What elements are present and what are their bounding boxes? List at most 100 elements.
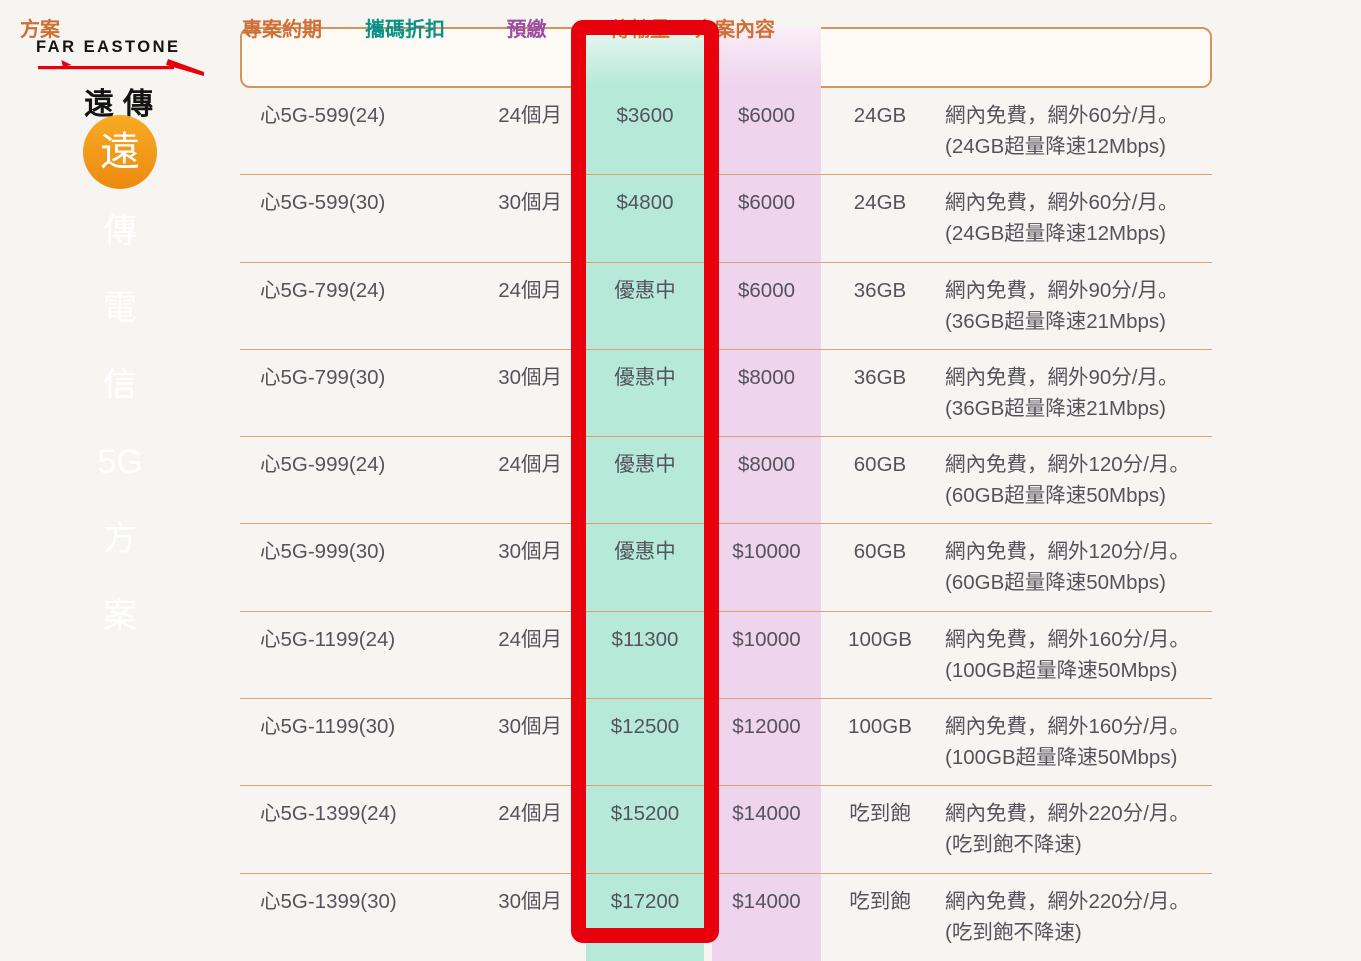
table-row: 心5G-1199(30) 30個月 $12500 $12000 100GB 網內… (240, 699, 1212, 786)
prepay-amount: $14000 (712, 886, 821, 917)
plan-content: 網內免費，網外160分/月。 (100GB超量降速50Mbps) (945, 624, 1211, 686)
mnp-discount: $12500 (586, 711, 704, 742)
prepay-amount: $6000 (712, 100, 821, 131)
prepay-amount: $6000 (712, 187, 821, 218)
plan-content-line1: 網內免費，網外60分/月。 (945, 187, 1211, 218)
mnp-discount: $15200 (586, 798, 704, 829)
plan-content: 網內免費，網外220分/月。 (吃到飽不降速) (945, 798, 1211, 860)
plan-content-line1: 網內免費，網外90分/月。 (945, 275, 1211, 306)
table-row: 心5G-1199(24) 24個月 $11300 $10000 100GB 網內… (240, 612, 1212, 699)
header-term: 專案約期 (140, 0, 322, 61)
page: FAR EASTONE 遠傳 遠 傳 電 信 5G 方 案 方案 專案約期 攜碼… (0, 0, 1361, 961)
plan-content: 網內免費，網外60分/月。 (24GB超量降速12Mbps) (945, 187, 1211, 249)
mnp-discount: 優惠中 (586, 536, 704, 567)
contract-term: 30個月 (380, 536, 562, 567)
plan-content-line1: 網內免費，網外160分/月。 (945, 711, 1211, 742)
plan-content-line2: (36GB超量降速21Mbps) (945, 306, 1211, 337)
table-row: 心5G-799(24) 24個月 優惠中 $6000 36GB 網內免費，網外9… (240, 263, 1212, 350)
nav-item[interactable]: 案 (103, 598, 137, 634)
table-row: 心5G-999(30) 30個月 優惠中 $10000 60GB 網內免費，網外… (240, 524, 1212, 611)
plan-name: 心5G-1399(30) (260, 886, 397, 917)
plan-content-line1: 網內免費，網外120分/月。 (945, 449, 1211, 480)
plan-content: 網內免費，網外120分/月。 (60GB超量降速50Mbps) (945, 449, 1211, 511)
data-allowance: 60GB (820, 536, 940, 567)
data-allowance: 24GB (820, 100, 940, 131)
header-plan-content: 方案內容 (695, 0, 775, 61)
prepay-amount: $8000 (712, 362, 821, 393)
plan-content: 網內免費，網外90分/月。 (36GB超量降速21Mbps) (945, 362, 1211, 424)
prepay-amount: $12000 (712, 711, 821, 742)
contract-term: 24個月 (380, 798, 562, 829)
plan-content-line2: (36GB超量降速21Mbps) (945, 393, 1211, 424)
mnp-discount: $4800 (586, 187, 704, 218)
plan-content-line1: 網內免費，網外90分/月。 (945, 362, 1211, 393)
plan-content-line2: (100GB超量降速50Mbps) (945, 742, 1211, 773)
contract-term: 24個月 (380, 449, 562, 480)
plan-name: 心5G-1199(24) (260, 624, 395, 655)
mnp-discount: 優惠中 (586, 449, 704, 480)
contract-term: 30個月 (380, 187, 562, 218)
contract-term: 24個月 (380, 624, 562, 655)
nav-item-active[interactable]: 遠 (83, 115, 157, 189)
prepay-amount: $10000 (712, 536, 821, 567)
nav-item[interactable]: 電 (103, 290, 137, 326)
header-data: 傳輸量 (580, 0, 700, 61)
contract-term: 30個月 (380, 886, 562, 917)
header-mnp-discount: 攜碼折扣 (346, 0, 464, 61)
plan-name: 心5G-799(24) (260, 275, 385, 306)
data-allowance: 36GB (820, 275, 940, 306)
plan-name: 心5G-599(24) (260, 100, 385, 131)
plan-content-line1: 網內免費，網外160分/月。 (945, 624, 1211, 655)
plan-name: 心5G-799(30) (260, 362, 385, 393)
mnp-discount: $3600 (586, 100, 704, 131)
sidebar: FAR EASTONE 遠傳 遠 傳 電 信 5G 方 案 (0, 0, 240, 961)
plan-content-line2: (60GB超量降速50Mbps) (945, 480, 1211, 511)
contract-term: 24個月 (380, 100, 562, 131)
plan-content-line1: 網內免費，網外220分/月。 (945, 798, 1211, 829)
data-allowance: 24GB (820, 187, 940, 218)
nav-item[interactable]: 信 (103, 367, 137, 403)
plan-content: 網內免費，網外160分/月。 (100GB超量降速50Mbps) (945, 711, 1211, 773)
plan-content-line2: (24GB超量降速12Mbps) (945, 131, 1211, 162)
data-allowance: 吃到飽 (820, 886, 940, 917)
plan-content: 網內免費，網外220分/月。 (吃到飽不降速) (945, 886, 1211, 948)
plan-name: 心5G-1199(30) (260, 711, 395, 742)
data-allowance: 吃到飽 (820, 798, 940, 829)
prepay-amount: $10000 (712, 624, 821, 655)
plan-name: 心5G-999(24) (260, 449, 385, 480)
plan-name: 心5G-999(30) (260, 536, 385, 567)
plan-content: 網內免費，網外90分/月。 (36GB超量降速21Mbps) (945, 275, 1211, 337)
data-allowance: 100GB (820, 711, 940, 742)
plan-content: 網內免費，網外120分/月。 (60GB超量降速50Mbps) (945, 536, 1211, 598)
data-allowance: 36GB (820, 362, 940, 393)
nav-item[interactable]: 方 (103, 521, 137, 557)
plan-content-line2: (60GB超量降速50Mbps) (945, 567, 1211, 598)
plan-content-line2: (24GB超量降速12Mbps) (945, 218, 1211, 249)
plan-content-line2: (吃到飽不降速) (945, 829, 1211, 860)
plan-name: 心5G-599(30) (260, 187, 385, 218)
plan-content: 網內免費，網外60分/月。 (24GB超量降速12Mbps) (945, 100, 1211, 162)
table-row: 心5G-799(30) 30個月 優惠中 $8000 36GB 網內免費，網外9… (240, 350, 1212, 437)
plan-content-line1: 網內免費，網外220分/月。 (945, 886, 1211, 917)
plan-content-line1: 網內免費，網外120分/月。 (945, 536, 1211, 567)
mnp-discount: 優惠中 (586, 362, 704, 393)
mnp-discount: 優惠中 (586, 275, 704, 306)
nav-item[interactable]: 傳 (103, 213, 137, 249)
table-body: 心5G-599(24) 24個月 $3600 $6000 24GB 網內免費，網… (240, 88, 1212, 961)
mnp-discount: $17200 (586, 886, 704, 917)
plan-content-line2: (100GB超量降速50Mbps) (945, 655, 1211, 686)
header-prepay: 預繳 (472, 0, 581, 61)
prepay-amount: $14000 (712, 798, 821, 829)
prepay-amount: $8000 (712, 449, 821, 480)
table-row: 心5G-999(24) 24個月 優惠中 $8000 60GB 網內免費，網外1… (240, 437, 1212, 524)
header-plan: 方案 (20, 0, 60, 61)
table-row: 心5G-599(24) 24個月 $3600 $6000 24GB 網內免費，網… (240, 88, 1212, 175)
data-allowance: 60GB (820, 449, 940, 480)
contract-term: 30個月 (380, 711, 562, 742)
table-row: 心5G-599(30) 30個月 $4800 $6000 24GB 網內免費，網… (240, 175, 1212, 262)
contract-term: 24個月 (380, 275, 562, 306)
nav-item[interactable]: 5G (97, 444, 142, 480)
plan-content-line2: (吃到飽不降速) (945, 917, 1211, 948)
vertical-nav: 遠 傳 電 信 5G 方 案 (0, 115, 240, 675)
contract-term: 30個月 (380, 362, 562, 393)
